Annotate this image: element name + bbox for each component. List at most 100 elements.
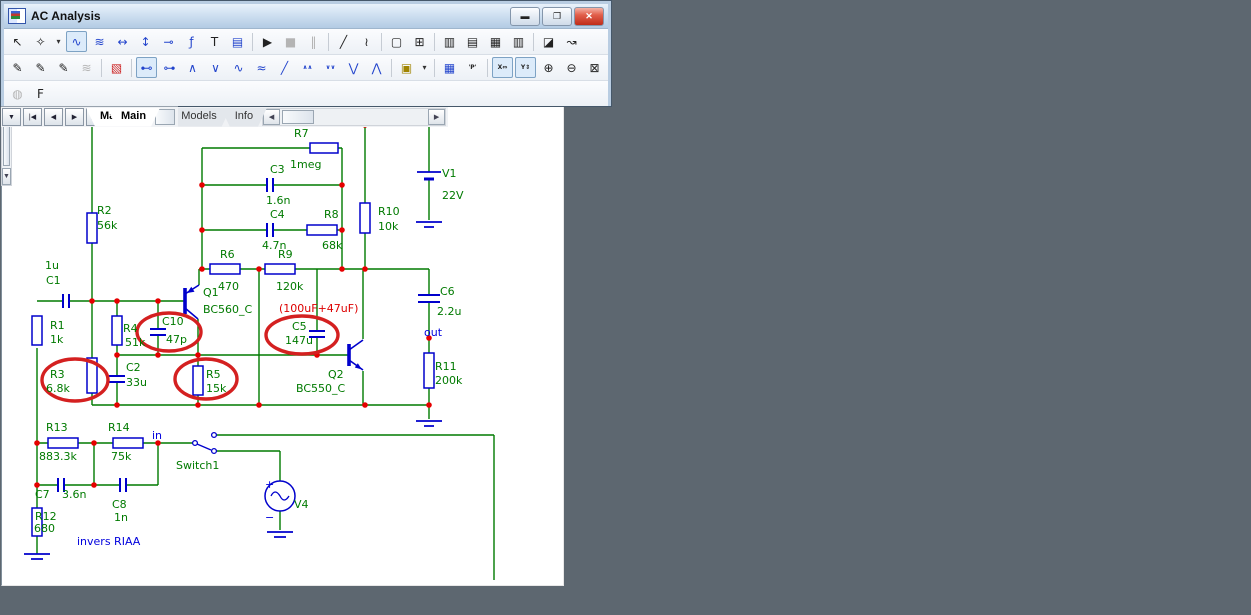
schematic-label: Switch1	[176, 459, 219, 472]
scroll-left-arrow[interactable]: ◀	[263, 109, 280, 125]
text-tool[interactable]: T	[204, 31, 225, 52]
plot-3d-button[interactable]: ▣	[396, 57, 417, 78]
schematic-label: C8	[112, 498, 127, 511]
periodic-steady-state-button[interactable]: 'P'	[462, 57, 483, 78]
scroll-down-arrow[interactable]: ▼	[2, 168, 11, 185]
pattern-vlines-button[interactable]: ▥	[439, 31, 460, 52]
page-nav-button[interactable]: |◀	[23, 108, 42, 126]
resistor-R13	[48, 438, 78, 448]
valleys-all-button[interactable]: ∨∨	[320, 57, 341, 78]
x-range-button[interactable]: X⇔	[492, 57, 513, 78]
desktop: { "left_window": { "title": "C:\\MC9\\DA…	[0, 0, 1251, 615]
vertical-tag-button[interactable]: ↕	[135, 31, 156, 52]
schematic-label: C3	[270, 163, 285, 176]
zoom-in-button[interactable]: ⊕	[538, 57, 559, 78]
analysis-tab-main[interactable]: Main	[107, 108, 160, 127]
schematic-label: 33u	[126, 376, 147, 389]
schematic-label: −	[265, 511, 274, 524]
page-nav-button[interactable]: ▶	[65, 108, 84, 126]
capacitor-C1	[63, 294, 69, 308]
slope-button[interactable]: ╱	[274, 57, 295, 78]
schematic-label: C2	[126, 361, 141, 374]
close-button[interactable]: ✕	[574, 7, 604, 26]
plot-3d-dropdown[interactable]: ▾	[419, 57, 430, 78]
toolbar-separator	[131, 59, 132, 77]
schematic-label: 1n	[114, 511, 128, 524]
numeric-output-button[interactable]: ▦	[439, 57, 460, 78]
schematic-hscrollbar[interactable]: ◀ ▶	[262, 108, 446, 126]
pencil-y-button[interactable]: ✎	[30, 57, 51, 78]
capacitor-C3	[267, 178, 273, 192]
xy-plot-button[interactable]: ▧	[106, 57, 127, 78]
line-tool[interactable]: ╱	[333, 31, 354, 52]
pencil-x-button[interactable]: ✎	[7, 57, 28, 78]
cursor-mode-button[interactable]: ≋	[89, 31, 110, 52]
analysis-toolbar-row3: ◍F	[4, 81, 608, 106]
horizontal-tag-button[interactable]: ↔	[112, 31, 133, 52]
y-range-button[interactable]: Y⇕	[515, 57, 536, 78]
toolbar-separator	[434, 59, 435, 77]
pause-button[interactable]: ‖	[303, 31, 324, 52]
global-low-button[interactable]: ⋁	[343, 57, 364, 78]
switch-SW1[interactable]	[193, 433, 217, 454]
schematic-label: Q2	[328, 368, 344, 381]
fourier-button[interactable]: ƒ	[181, 31, 202, 52]
schematic-label: 200k	[435, 374, 463, 387]
schematic-label: BC550_C	[296, 382, 346, 395]
valley-button[interactable]: ∨	[205, 57, 226, 78]
peaks-all-button[interactable]: ∧∧	[297, 57, 318, 78]
resistor-R5	[193, 366, 203, 395]
page-nav-button[interactable]: ◀	[44, 108, 63, 126]
schematic-label: 147u	[285, 334, 313, 347]
scroll-thumb[interactable]	[282, 110, 314, 124]
scroll-right-arrow[interactable]: ▶	[428, 109, 445, 125]
ground-V1	[416, 222, 442, 227]
ac-analysis-titlebar[interactable]: AC Analysis ▬ ❐ ✕	[4, 4, 608, 29]
cursor-datapoint-button[interactable]: ⊶	[159, 57, 180, 78]
zoom-out-button[interactable]: ⊖	[561, 57, 582, 78]
pattern-hlines-button[interactable]: ▤	[462, 31, 483, 52]
select-region-button[interactable]: ▢	[386, 31, 407, 52]
ground-out	[416, 421, 442, 426]
schematic-label: R5	[206, 368, 221, 381]
schematic-tab-info[interactable]: Info	[221, 108, 267, 127]
properties-button[interactable]: ▤	[227, 31, 248, 52]
pencil-both-button[interactable]: ✎	[53, 57, 74, 78]
resistor-R11	[424, 353, 434, 388]
polyline-tool[interactable]: ≀	[356, 31, 377, 52]
globe-button[interactable]: ◍	[7, 83, 28, 104]
split-plot-button[interactable]: ◪	[538, 31, 559, 52]
shape-dropdown[interactable]: ▾	[53, 31, 64, 52]
schematic-label: 15k	[206, 382, 227, 395]
page-nav-button[interactable]: ▼	[2, 108, 21, 126]
transistor-Q1-arrow	[187, 287, 195, 293]
scale-mode-button[interactable]: ∿	[66, 31, 87, 52]
schematic-label: R13	[46, 421, 68, 434]
schematic-canvas[interactable]: R256k1uC1R11kR451kC1047pQ1BC560_CR36.8kC…	[1, 106, 564, 586]
minimize-button[interactable]: ▬	[510, 7, 540, 26]
wave-small-button[interactable]: ∿	[228, 57, 249, 78]
font-button[interactable]: F	[30, 83, 51, 104]
schematic-label: 883.3k	[39, 450, 77, 463]
schematic-drawing[interactable]: R256k1uC1R11kR451kC1047pQ1BC560_CR36.8kC…	[2, 107, 563, 580]
waveform-gray-button[interactable]: ≋	[76, 57, 97, 78]
schematic-label: V4	[294, 498, 309, 511]
run-button[interactable]: ▶	[257, 31, 278, 52]
data-points-button[interactable]: ⊞	[409, 31, 430, 52]
peak-button[interactable]: ∧	[182, 57, 203, 78]
probe-tool[interactable]: ↝	[561, 31, 582, 52]
pattern-columns-button[interactable]: ▥	[508, 31, 529, 52]
toolbar-separator	[533, 33, 534, 51]
scroll-thumb[interactable]	[3, 126, 10, 166]
restore-button[interactable]: ❐	[542, 7, 572, 26]
tag-point-button[interactable]: ⊸	[158, 31, 179, 52]
zoom-area-button[interactable]: ⊠	[584, 57, 605, 78]
capacitor-C6	[418, 295, 440, 302]
wave-multi-button[interactable]: ≈	[251, 57, 272, 78]
global-high-button[interactable]: ⋀	[366, 57, 387, 78]
stop-button[interactable]: ■	[280, 31, 301, 52]
shape-tool[interactable]: ✧	[30, 31, 51, 52]
cursor-horizontal-button[interactable]: ⊷	[136, 57, 157, 78]
pattern-grid-button[interactable]: ▦	[485, 31, 506, 52]
select-tool[interactable]: ↖	[7, 31, 28, 52]
